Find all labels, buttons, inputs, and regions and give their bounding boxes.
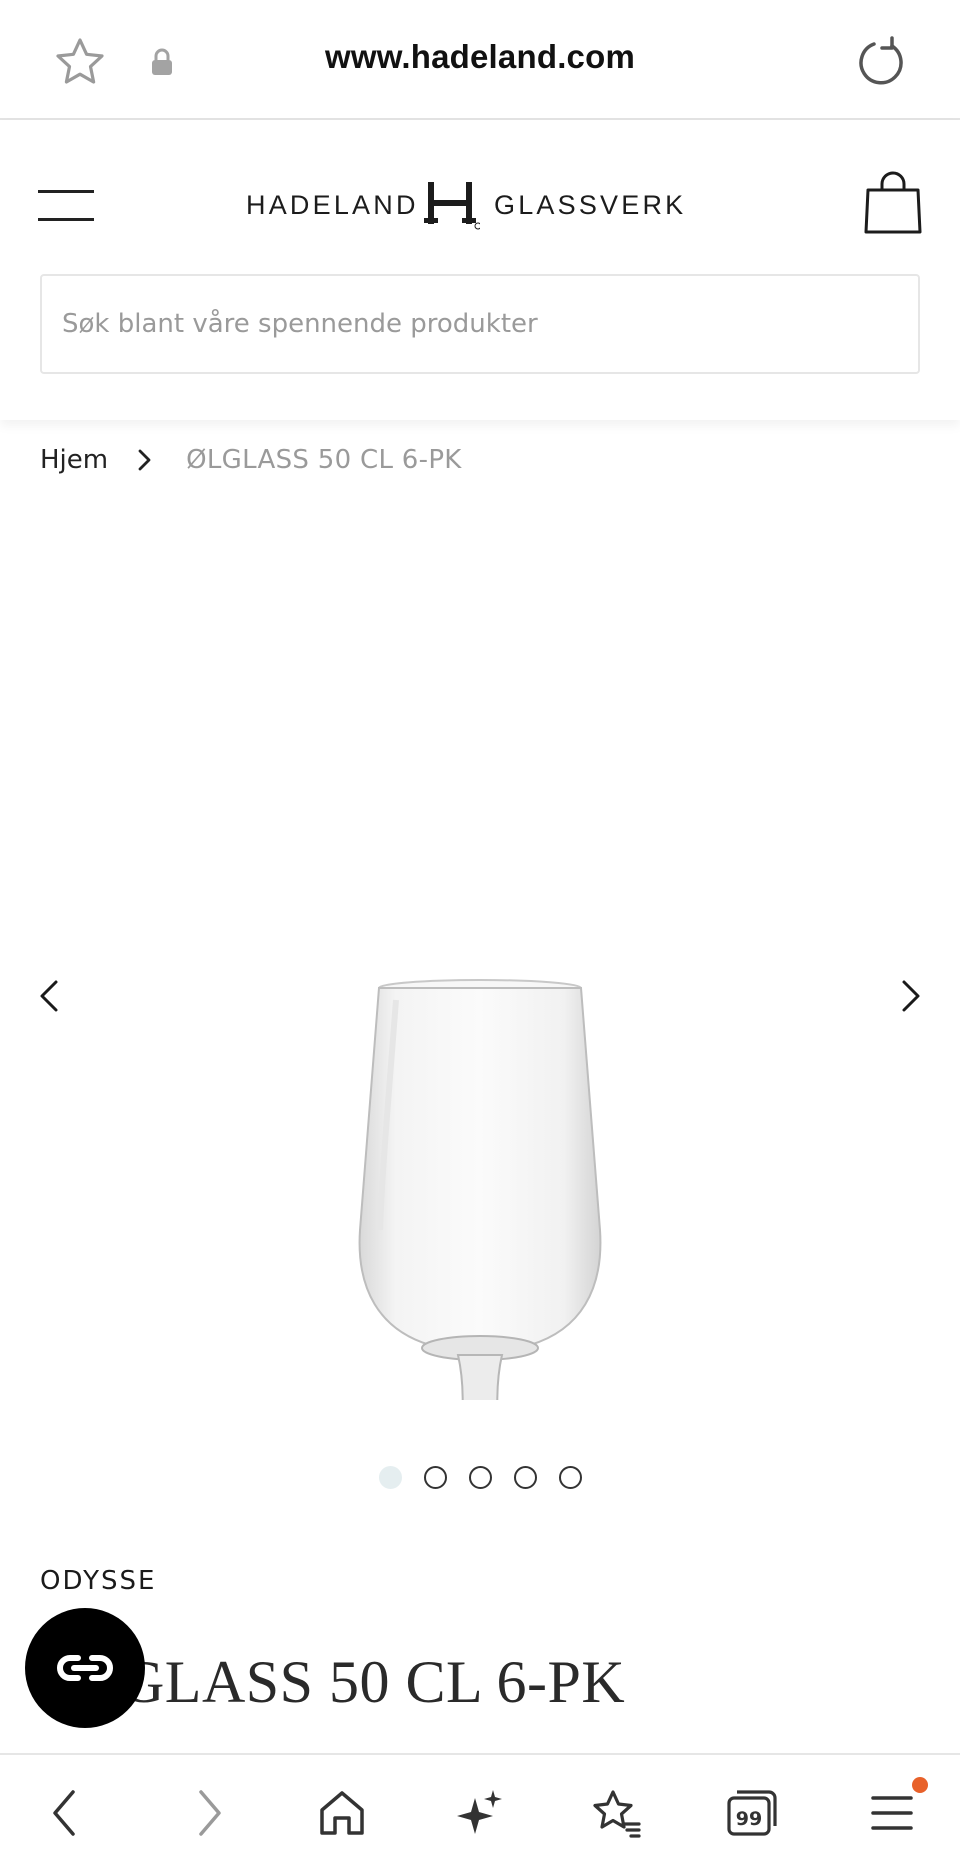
browser-toolbar: 99 [0, 1753, 960, 1873]
breadcrumb: Hjem ØLGLASS 50 CL 6-PK [40, 440, 462, 480]
chevron-left-icon[interactable] [30, 976, 70, 1016]
chevron-right-icon [128, 443, 162, 477]
gallery-dot-1[interactable] [378, 1466, 402, 1489]
gallery-pagination [0, 1466, 960, 1489]
chat-button[interactable] [25, 1608, 145, 1728]
shopping-bag-icon[interactable] [862, 168, 924, 238]
logo-text-right: GLASSVERK [494, 190, 687, 220]
sparkle-icon[interactable] [450, 1783, 510, 1843]
breadcrumb-current: ØLGLASS 50 CL 6-PK [186, 445, 462, 475]
gallery-dot-3[interactable] [468, 1466, 492, 1489]
logo-text-left: HADELAND [246, 190, 419, 220]
product-brand[interactable]: ODYSSE [40, 1566, 156, 1596]
browser-address-bar: www.hadeland.com [0, 0, 960, 120]
home-icon[interactable] [312, 1783, 372, 1843]
hamburger-menu-icon[interactable] [38, 184, 96, 224]
product-gallery [0, 520, 960, 1517]
chevron-right-icon[interactable] [890, 976, 930, 1016]
site-logo[interactable]: HADELAND GLASSVERK [246, 176, 683, 232]
gallery-dot-4[interactable] [513, 1466, 537, 1489]
breadcrumb-home-link[interactable]: Hjem [40, 445, 108, 475]
tabs-icon[interactable]: 99 [722, 1783, 782, 1843]
tabs-count: 99 [736, 1808, 762, 1830]
hadeland-mark-icon [424, 176, 482, 232]
site-header: HADELAND GLASSVERK [0, 120, 960, 420]
bookmarks-icon[interactable] [586, 1783, 646, 1843]
chat-loop-icon [57, 1655, 113, 1681]
gallery-dot-2[interactable] [423, 1466, 447, 1489]
back-icon[interactable] [36, 1783, 96, 1843]
product-image[interactable] [330, 750, 630, 1517]
url-text[interactable]: www.hadeland.com [0, 38, 960, 76]
forward-icon[interactable] [178, 1783, 238, 1843]
gallery-dot-5[interactable] [558, 1466, 582, 1489]
reload-icon[interactable] [852, 34, 908, 90]
search-input[interactable] [40, 274, 920, 374]
menu-icon[interactable] [862, 1783, 922, 1843]
notification-dot [912, 1777, 928, 1793]
